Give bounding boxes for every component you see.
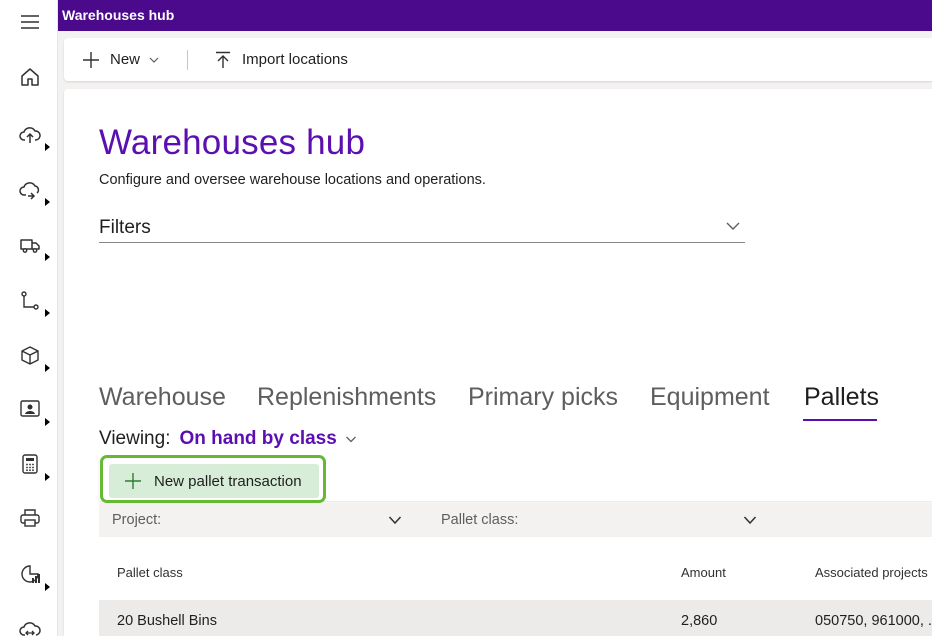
cloud-upload-icon[interactable] [16,121,44,149]
pallet-class-filter-label: Pallet class: [441,512,519,528]
column-header-amount[interactable]: Amount [681,565,726,580]
import-locations-label: Import locations [242,51,348,68]
calculator-icon[interactable] [16,450,44,478]
upload-arrow-icon [216,51,230,68]
tab-primary-picks[interactable]: Primary picks [468,383,618,412]
new-button-label: New [110,51,141,68]
expand-caret-icon [45,198,50,206]
home-icon[interactable] [16,63,44,91]
box-icon[interactable] [16,342,44,370]
filters-expander[interactable]: Filters [99,214,745,243]
print-icon[interactable] [16,504,44,532]
chevron-down-icon [345,436,356,443]
app-title: Warehouses hub [62,7,175,23]
viewing-value: On hand by class [179,428,337,449]
column-header-associated-projects[interactable]: Associated projects [815,565,928,580]
viewing-label: Viewing: [99,428,171,449]
column-header-pallet-class[interactable]: Pallet class [117,565,183,580]
new-button[interactable]: New [82,38,159,81]
view-selector[interactable]: Viewing: On hand by class [99,428,357,450]
new-pallet-transaction-label: New pallet transaction [154,472,302,490]
expand-caret-icon [45,143,50,151]
contact-card-icon[interactable] [16,395,44,423]
expand-caret-icon [45,473,50,481]
active-tab-indicator [803,419,877,421]
top-bar: Warehouses hub [58,0,932,31]
analytics-icon[interactable] [16,560,44,588]
cloud-sync-icon[interactable] [16,176,44,204]
plus-icon [83,51,99,68]
plus-icon [125,473,141,489]
filters-label: Filters [99,217,151,238]
page-subtitle: Configure and oversee warehouse location… [99,172,486,188]
expand-caret-icon [45,418,50,426]
command-separator [187,50,188,70]
expand-caret-icon [45,583,50,591]
tab-pallets[interactable]: Pallets [804,383,879,412]
chevron-down-icon [149,57,159,63]
cell-amount: 2,860 [681,613,718,629]
truck-icon[interactable] [16,231,44,259]
table-row[interactable]: 20 Bushell Bins 2,860 050750, 961000, ..… [99,600,932,636]
left-nav-rail [0,0,58,636]
expand-caret-icon [45,364,50,372]
tab-equipment[interactable]: Equipment [650,383,770,412]
pallet-class-filter-dropdown-icon[interactable] [743,513,757,527]
project-filter-dropdown-icon[interactable] [388,513,402,527]
project-filter-label: Project: [112,512,162,528]
main-panel: Warehouses hub Configure and oversee war… [64,89,932,636]
grid-header: Pallet class Amount Associated projects [99,537,932,600]
chevron-down-icon [726,222,740,230]
cloud-transfer-icon[interactable] [16,616,44,636]
tab-replenishments[interactable]: Replenishments [257,383,436,412]
cell-pallet-class: 20 Bushell Bins [117,613,217,629]
cell-associated-projects: 050750, 961000, ... [815,613,932,629]
command-bar: New Import locations [64,38,932,81]
import-locations-button[interactable]: Import locations [214,38,348,81]
flow-icon[interactable] [16,287,44,315]
expand-caret-icon [45,309,50,317]
page-title: Warehouses hub [99,123,366,162]
menu-icon[interactable] [16,8,44,36]
tab-warehouse[interactable]: Warehouse [99,383,226,412]
grid-filter-row: Project: Pallet class: [99,503,932,537]
expand-caret-icon [45,253,50,261]
new-pallet-transaction-button[interactable]: New pallet transaction [109,464,319,498]
